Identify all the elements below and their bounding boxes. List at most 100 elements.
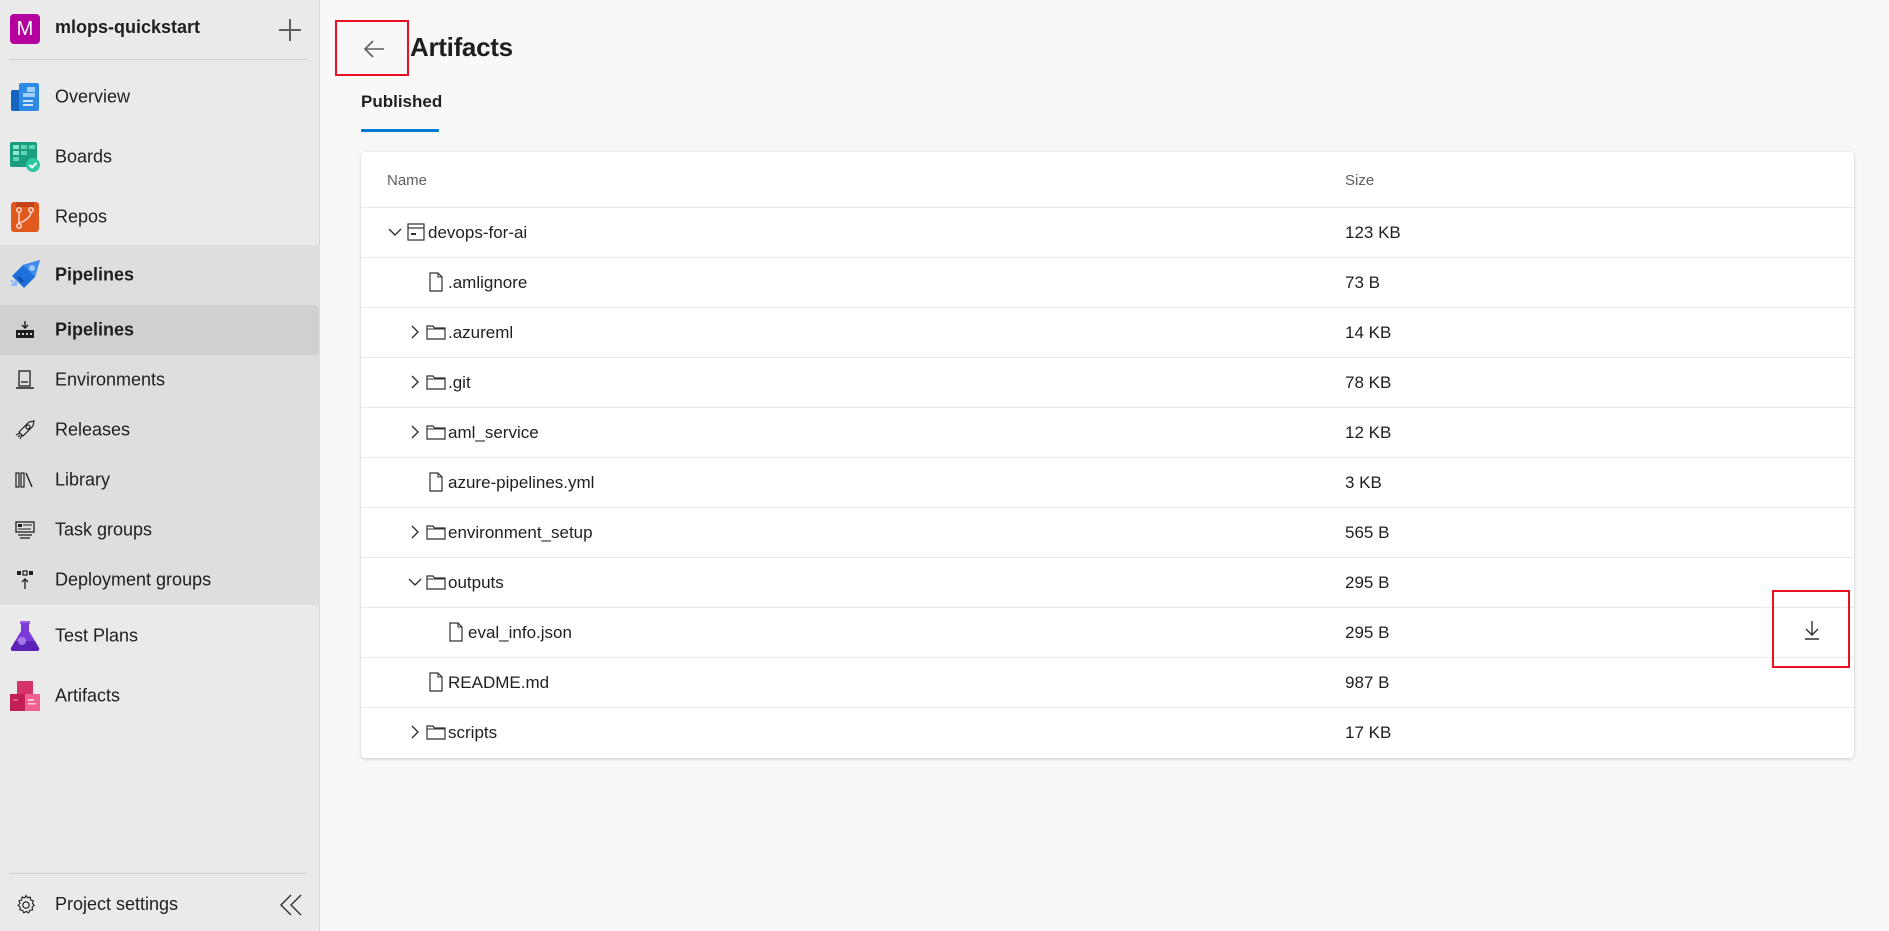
overview-icon — [10, 82, 40, 112]
table-row[interactable]: scripts 17 KB — [361, 708, 1854, 758]
file-size: 3 KB — [1345, 473, 1382, 492]
folder-icon — [426, 722, 446, 742]
divider — [9, 873, 307, 874]
table-row[interactable]: devops-for-ai 123 KB — [361, 208, 1854, 258]
column-header-size[interactable]: Size — [1345, 172, 1374, 189]
sidebar-item-label: Releases — [55, 419, 131, 440]
sidebar-item-label: Artifacts — [55, 685, 121, 706]
sidebar-item-label: Overview — [55, 86, 131, 107]
download-button[interactable] — [1772, 590, 1850, 668]
file-size: 73 B — [1345, 273, 1380, 292]
table-row[interactable]: .azureml 14 KB — [361, 308, 1854, 358]
chevron-down-icon[interactable] — [406, 573, 424, 591]
chevron-down-icon[interactable] — [386, 223, 404, 241]
tab-published[interactable]: Published — [361, 92, 442, 112]
artifacts-table: Name Size devops-for-ai 123 KB .amlignore 7… — [361, 152, 1854, 758]
folder-icon — [426, 522, 446, 542]
releases-icon — [15, 420, 35, 440]
sidebar-item-label: Test Plans — [55, 625, 139, 646]
file-size: 17 KB — [1345, 723, 1392, 742]
folder-icon — [426, 322, 446, 342]
file-size: 123 KB — [1345, 223, 1401, 242]
pipelines-rocket-icon — [10, 260, 40, 290]
sidebar-item-label: Pipelines — [55, 319, 135, 340]
page-title: Artifacts — [410, 32, 513, 62]
sidebar-item-label: Repos — [55, 206, 108, 227]
table-row[interactable]: azure-pipelines.yml 3 KB — [361, 458, 1854, 508]
table-row[interactable]: .amlignore 73 B — [361, 258, 1854, 308]
chevron-right-icon[interactable] — [406, 323, 424, 341]
file-name: environment_setup — [448, 523, 593, 542]
table-row[interactable]: outputs 295 B — [361, 558, 1854, 608]
folder-icon — [426, 572, 446, 592]
table-row[interactable]: .git 78 KB — [361, 358, 1854, 408]
table-row[interactable]: README.md 987 B — [361, 658, 1854, 708]
sidebar-subitem-pipelines[interactable]: Pipelines — [0, 305, 319, 355]
sidebar-item-label: Boards — [55, 146, 113, 167]
sidebar-subitem-task-groups[interactable]: Task groups — [0, 505, 320, 555]
table-row[interactable]: aml_service 12 KB — [361, 408, 1854, 458]
sidebar-item-boards[interactable]: Boards — [0, 127, 320, 187]
task-groups-icon — [15, 520, 35, 540]
file-name: README.md — [448, 673, 550, 692]
column-header-name[interactable]: Name — [387, 172, 427, 189]
chevron-right-icon[interactable] — [406, 523, 424, 541]
sidebar-subitem-library[interactable]: Library — [0, 455, 320, 505]
file-icon — [426, 272, 446, 292]
file-icon — [426, 672, 446, 692]
sidebar-item-label: Deployment groups — [55, 569, 212, 590]
sidebar-item-repos[interactable]: Repos — [0, 187, 320, 247]
divider — [9, 59, 307, 60]
plus-icon[interactable] — [278, 18, 302, 42]
project-avatar[interactable]: M — [10, 14, 40, 44]
sidebar-item-test-plans[interactable]: Test Plans — [0, 606, 320, 666]
sidebar-item-overview[interactable]: Overview — [0, 67, 320, 127]
file-name: azure-pipelines.yml — [448, 473, 595, 492]
sidebar-item-label: Task groups — [55, 519, 153, 540]
folder-icon — [426, 422, 446, 442]
sidebar-item-pipelines[interactable]: Pipelines — [0, 245, 320, 305]
file-icon — [446, 622, 466, 642]
sidebar-item-label: Pipelines — [55, 264, 135, 285]
project-settings-button[interactable]: Project settings — [0, 880, 260, 930]
sidebar-subitem-deployment-groups[interactable]: Deployment groups — [0, 555, 320, 605]
chevron-right-icon[interactable] — [406, 423, 424, 441]
artifacts-icon — [10, 681, 40, 711]
file-name: devops-for-ai — [428, 223, 528, 242]
boards-icon — [10, 142, 40, 172]
sidebar-subitem-releases[interactable]: Releases — [0, 405, 320, 455]
chevron-right-icon[interactable] — [406, 723, 424, 741]
repos-icon — [10, 202, 40, 232]
file-size: 12 KB — [1345, 423, 1392, 442]
file-name: eval_info.json — [468, 623, 572, 642]
table-row[interactable]: environment_setup 565 B — [361, 508, 1854, 558]
file-size: 295 B — [1345, 623, 1390, 642]
table-row[interactable]: eval_info.json 295 B — [361, 608, 1854, 658]
tab-active-indicator — [361, 129, 439, 132]
sidebar: M mlops-quickstart Overview Boards Repos… — [0, 0, 320, 931]
project-name[interactable]: mlops-quickstart — [55, 17, 200, 38]
file-name: aml_service — [448, 423, 539, 442]
file-size: 565 B — [1345, 523, 1390, 542]
arrow-left-icon — [363, 40, 384, 58]
back-button[interactable] — [335, 20, 409, 76]
table-header: Name Size — [361, 152, 1854, 208]
pipelines-icon — [15, 320, 35, 340]
sidebar-subitem-environments[interactable]: Environments — [0, 355, 320, 405]
file-name: scripts — [448, 723, 498, 742]
file-name: .git — [448, 373, 471, 392]
chevron-right-icon[interactable] — [406, 373, 424, 391]
project-header: M mlops-quickstart — [0, 0, 320, 60]
artifact-icon — [406, 222, 426, 242]
library-icon — [15, 470, 35, 490]
download-icon — [1805, 621, 1819, 640]
deployment-groups-icon — [15, 570, 35, 590]
file-size: 14 KB — [1345, 323, 1392, 342]
project-settings-label: Project settings — [55, 894, 179, 914]
sidebar-item-artifacts[interactable]: Artifacts — [0, 666, 320, 726]
gear-icon — [15, 894, 37, 916]
file-size: 78 KB — [1345, 373, 1392, 392]
double-chevron-left-icon[interactable] — [278, 892, 304, 918]
file-name: .azureml — [448, 323, 514, 342]
file-name: outputs — [448, 573, 504, 592]
